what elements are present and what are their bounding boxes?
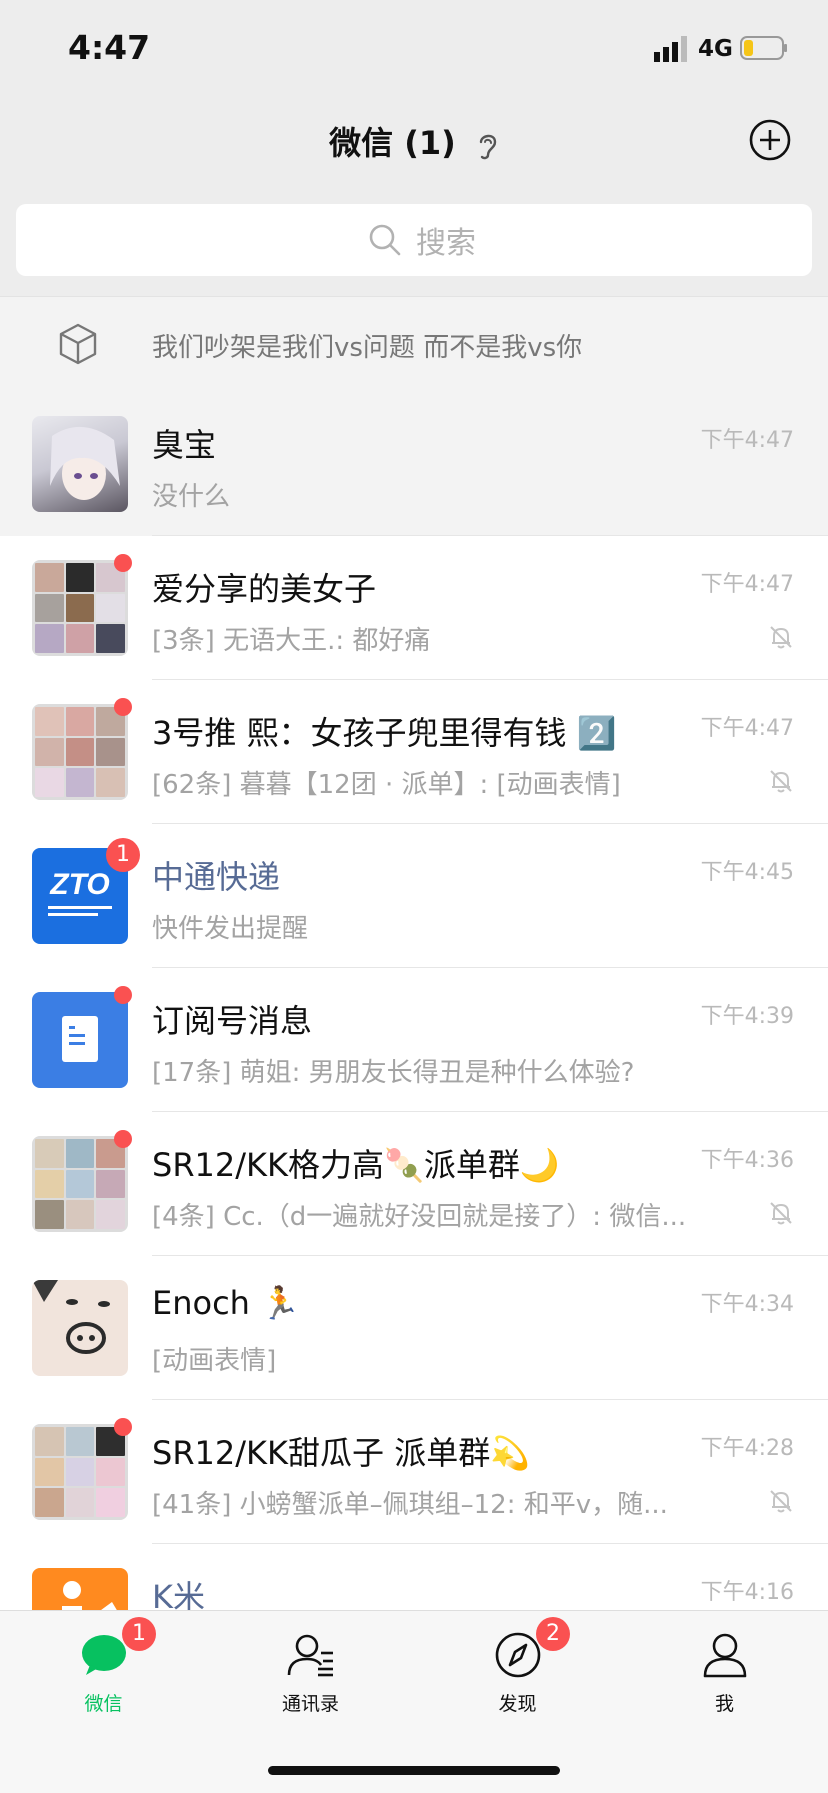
- chat-row[interactable]: Enoch 🏃 下午4:34 [动画表情]: [0, 1256, 828, 1400]
- chat-name: Enoch 🏃: [152, 1284, 300, 1322]
- subscription-avatar: [32, 992, 128, 1088]
- unread-dot: [114, 554, 132, 572]
- chat-row[interactable]: SR12/KK甜瓜子 派单群💫 下午4:28 [41条] 小螃蟹派单–佩琪组–1…: [0, 1400, 828, 1544]
- chat-time: 下午4:39: [700, 1004, 794, 1029]
- group-avatar: [32, 1136, 128, 1232]
- chat-name: SR12/KK甜瓜子 派单群💫: [152, 1434, 531, 1472]
- pig-avatar-icon: [32, 1280, 110, 1354]
- bell-muted-icon: [770, 1202, 792, 1225]
- chat-name: 爱分享的美女子: [152, 570, 377, 608]
- ear-icon: [479, 134, 497, 160]
- chat-name: 订阅号消息: [152, 1002, 313, 1040]
- avatar: [32, 1280, 128, 1376]
- chat-row[interactable]: ZTO 1 中通快递 下午4:45 快件发出提醒: [0, 824, 828, 968]
- bell-muted-icon: [770, 1490, 792, 1513]
- tab-badge: 2: [536, 1617, 570, 1651]
- contacts-icon: [287, 1634, 333, 1677]
- chat-preview: [3条] 无语大王.: 都好痛: [152, 626, 431, 656]
- banner-text: 我们吵架是我们vs问题 而不是我vs你: [152, 333, 583, 363]
- chat-time: 下午4:47: [700, 428, 794, 453]
- unread-count-badge: 1: [106, 838, 140, 872]
- person-icon: [703, 1633, 747, 1678]
- status-time: 4:47: [68, 28, 151, 67]
- chat-name: 3号推 熙：女孩子兜里得有钱 2️⃣: [152, 714, 617, 752]
- unread-dot: [114, 986, 132, 1004]
- unread-dot: [114, 698, 132, 716]
- search-input[interactable]: 搜索: [16, 204, 812, 276]
- chat-preview: [4条] Cc.（d一遍就好没回就是接了）: 微信...: [152, 1202, 687, 1232]
- chat-row[interactable]: 爱分享的美女子 下午4:47 [3条] 无语大王.: 都好痛: [0, 536, 828, 680]
- chat-preview: [41条] 小螃蟹派单–佩琪组–12: 和平v，随...: [152, 1490, 668, 1520]
- battery-icon: [740, 36, 787, 60]
- tab-label: 我: [714, 1693, 734, 1715]
- chat-preview: [动画表情]: [152, 1346, 277, 1376]
- nav-bar: 微信 (1): [0, 96, 828, 184]
- chat-list: 臭宝 下午4:47 没什么 爱分享的美女子 下午4:47 [3条] 无语大王.:…: [0, 392, 828, 1688]
- tab-contacts[interactable]: 通讯录: [207, 1611, 414, 1721]
- unread-dot: [114, 1130, 132, 1148]
- compass-icon: [495, 1632, 541, 1678]
- chat-time: 下午4:45: [700, 860, 794, 885]
- chat-row[interactable]: 臭宝 下午4:47 没什么: [0, 392, 828, 536]
- tab-badge: 1: [122, 1617, 156, 1651]
- page-title: 微信 (1): [0, 118, 828, 164]
- search-placeholder: 搜索: [416, 226, 476, 261]
- bell-muted-icon: [770, 770, 792, 793]
- add-button[interactable]: [748, 118, 792, 162]
- avatar: [32, 416, 128, 512]
- chat-time: 下午4:34: [700, 1292, 794, 1317]
- tab-label: 微信: [84, 1693, 123, 1715]
- status-bar: 4:47 4G: [0, 0, 828, 96]
- chat-name: 臭宝: [152, 426, 217, 464]
- chat-time: 下午4:47: [700, 572, 794, 597]
- network-label: 4G: [698, 36, 733, 62]
- home-indicator: [268, 1766, 560, 1775]
- chat-time: 下午4:28: [700, 1436, 794, 1461]
- document-icon: [62, 1016, 98, 1062]
- tab-me[interactable]: 我: [621, 1611, 828, 1721]
- svg-text:ZTO: ZTO: [49, 868, 109, 901]
- anime-avatar-icon: [50, 426, 120, 500]
- chat-time: 下午4:16: [700, 1580, 794, 1605]
- chat-row[interactable]: 3号推 熙：女孩子兜里得有钱 2️⃣ 下午4:47 [62条] 暮暮【12团 ·…: [0, 680, 828, 824]
- group-avatar: [32, 1424, 128, 1520]
- chat-time: 下午4:47: [700, 716, 794, 741]
- bell-muted-icon: [770, 626, 792, 649]
- chat-row[interactable]: SR12/KK格力高🍡派单群🌙 下午4:36 [4条] Cc.（d一遍就好没回就…: [0, 1112, 828, 1256]
- search-placeholder-group: 搜索: [368, 218, 476, 262]
- signal-icon: [654, 36, 687, 62]
- group-avatar: [32, 560, 128, 656]
- tab-label: 通讯录: [281, 1693, 339, 1715]
- chat-name: 中通快递: [152, 858, 281, 896]
- chat-preview: 没什么: [152, 482, 231, 512]
- tab-discover[interactable]: 2 发现: [414, 1611, 621, 1721]
- cube-icon: [59, 323, 97, 365]
- tab-chats[interactable]: 1 微信: [0, 1611, 207, 1721]
- chat-preview: [17条] 萌姐: 男朋友长得丑是种什么体验?: [152, 1058, 635, 1088]
- page-title-text: 微信 (1): [329, 124, 456, 162]
- tab-label: 发现: [498, 1693, 537, 1715]
- chat-icon: [82, 1635, 126, 1675]
- chat-name: SR12/KK格力高🍡派单群🌙: [152, 1146, 560, 1184]
- chat-time: 下午4:36: [700, 1148, 794, 1173]
- chat-row[interactable]: 订阅号消息 下午4:39 [17条] 萌姐: 男朋友长得丑是种什么体验?: [0, 968, 828, 1112]
- chat-preview: 快件发出提醒: [152, 914, 309, 944]
- search-icon: [369, 224, 401, 256]
- unread-dot: [114, 1418, 132, 1436]
- status-banner[interactable]: 我们吵架是我们vs问题 而不是我vs你: [0, 296, 828, 394]
- group-avatar: [32, 704, 128, 800]
- chat-preview: [62条] 暮暮【12团 · 派单】: [动画表情]: [152, 770, 621, 800]
